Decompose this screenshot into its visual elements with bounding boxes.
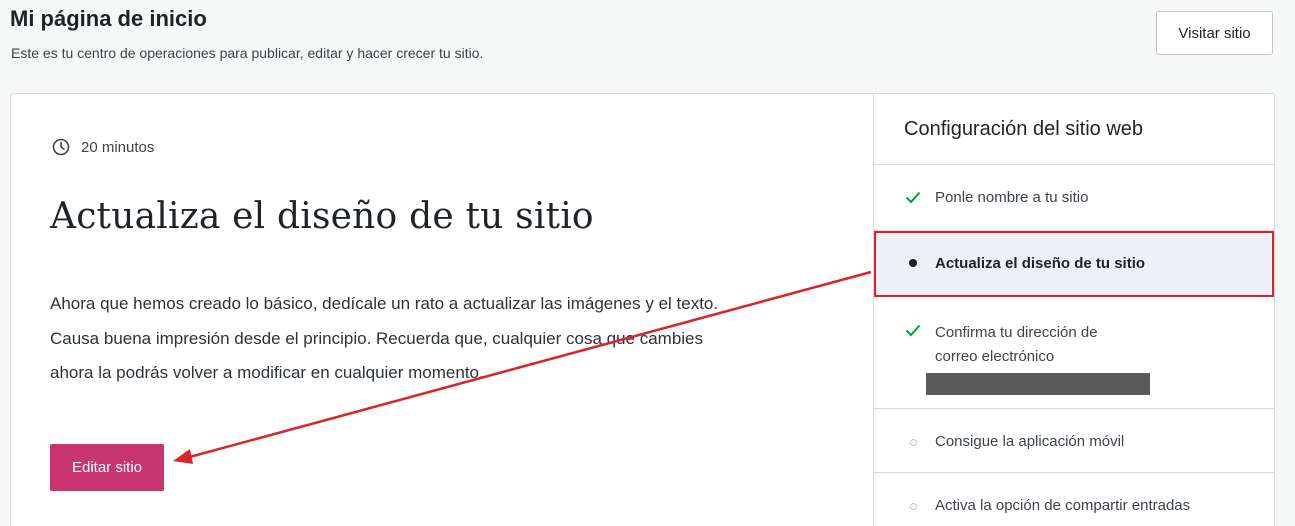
task-description-line: Causa buena impresión desde el principio… <box>50 328 704 348</box>
visit-site-button[interactable]: Visitar sitio <box>1156 11 1273 55</box>
circle-icon <box>904 497 922 515</box>
task-duration-label: 20 minutos <box>81 138 155 156</box>
page: Mi página de inicio Este es tu centro de… <box>0 0 1295 526</box>
checklist-item-site-name[interactable]: Ponle nombre a tu sitio <box>874 165 1274 231</box>
check-icon <box>904 321 922 339</box>
check-icon <box>904 188 922 206</box>
task-description-line: Ahora que hemos creado lo básico, dedíca… <box>50 294 719 313</box>
checklist-item-label: Actualiza el diseño de tu sitio <box>935 255 1146 272</box>
task-card: 20 minutos Actualiza el diseño de tu sit… <box>10 93 1275 526</box>
checklist-item-confirm-email[interactable]: Confirma tu dirección de correo electrón… <box>874 297 1274 409</box>
page-subtitle: Este es tu centro de operaciones para pu… <box>11 45 484 61</box>
checklist-item-label: Ponle nombre a tu sitio <box>935 189 1089 206</box>
page-title: Mi página de inicio <box>10 6 207 31</box>
task-duration: 20 minutos <box>51 137 154 157</box>
checklist-panel: Configuración del sitio web Ponle nombre… <box>873 94 1274 526</box>
redacted-email <box>926 373 1150 395</box>
checklist-item-label: Consigue la aplicación móvil <box>935 433 1125 450</box>
checklist-item-share-posts[interactable]: Activa la opción de compartir entradas <box>874 473 1274 526</box>
checklist-item-label-line: Confirma tu dirección de <box>935 324 1098 341</box>
clock-icon <box>51 137 71 157</box>
task-title: Actualiza el diseño de tu sitio <box>50 196 594 237</box>
dot-icon <box>904 254 922 272</box>
checklist-item-label: Activa la opción de compartir entradas <box>935 497 1191 514</box>
task-description: Ahora que hemos creado lo básico, dedíca… <box>50 287 830 391</box>
checklist-item-update-design[interactable]: Actualiza el diseño de tu sitio <box>874 231 1274 297</box>
checklist-title: Configuración del sitio web <box>874 94 1274 165</box>
checklist-item-label-line: correo electrónico <box>935 348 1055 365</box>
checklist-item-mobile-app[interactable]: Consigue la aplicación móvil <box>874 409 1274 473</box>
circle-icon <box>904 433 922 451</box>
task-main-panel: 20 minutos Actualiza el diseño de tu sit… <box>11 94 873 526</box>
task-description-line: ahora la podrás volver a modificar en cu… <box>50 363 484 382</box>
edit-site-button[interactable]: Editar sitio <box>50 444 164 491</box>
